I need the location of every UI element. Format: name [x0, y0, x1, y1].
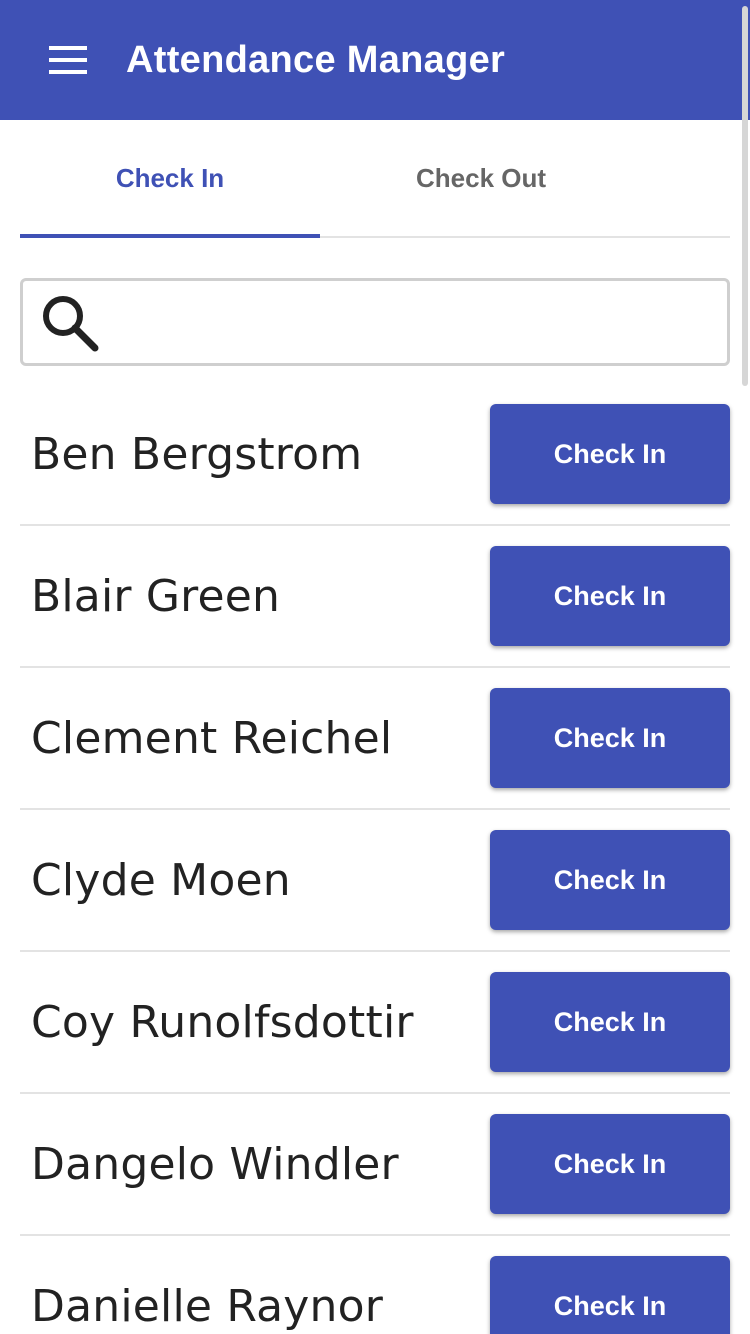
- search-icon: [43, 296, 99, 352]
- list-item: Dangelo Windler Check In: [20, 1094, 730, 1236]
- check-in-button[interactable]: Check In: [490, 688, 730, 788]
- attendee-list: Ben Bergstrom Check In Blair Green Check In…: [20, 384, 730, 1334]
- check-in-button[interactable]: Check In: [490, 830, 730, 930]
- attendee-name: Danielle Raynor: [31, 1280, 384, 1332]
- list-item: Blair Green Check In: [20, 526, 730, 668]
- hamburger-menu-icon: [49, 46, 87, 74]
- check-in-button[interactable]: Check In: [490, 1256, 730, 1334]
- list-item: Coy Runolfsdottir Check In: [20, 952, 730, 1094]
- attendee-name: Clement Reichel: [31, 712, 393, 764]
- tab-check-in[interactable]: Check In: [20, 120, 320, 238]
- list-item: Danielle Raynor Check In: [20, 1236, 730, 1334]
- attendee-name: Dangelo Windler: [31, 1138, 399, 1190]
- check-in-button[interactable]: Check In: [490, 404, 730, 504]
- menu-button[interactable]: [38, 30, 98, 90]
- attendee-name: Coy Runolfsdottir: [31, 996, 414, 1048]
- list-item: Ben Bergstrom Check In: [20, 384, 730, 526]
- tab-bar: Check In Check Out: [20, 120, 730, 238]
- check-in-button[interactable]: Check In: [490, 546, 730, 646]
- check-in-button[interactable]: Check In: [490, 1114, 730, 1214]
- list-item: Clement Reichel Check In: [20, 668, 730, 810]
- search-input[interactable]: [101, 281, 727, 363]
- scrollbar[interactable]: [742, 6, 748, 386]
- page-title: Attendance Manager: [126, 38, 506, 81]
- check-in-button[interactable]: Check In: [490, 972, 730, 1072]
- list-item: Clyde Moen Check In: [20, 810, 730, 952]
- attendance-app: Attendance Manager Check In Check Out Be…: [0, 0, 750, 1334]
- attendee-name: Ben Bergstrom: [31, 428, 363, 480]
- app-bar: Attendance Manager: [0, 0, 750, 120]
- attendee-name: Clyde Moen: [31, 854, 291, 906]
- attendee-name: Blair Green: [31, 570, 281, 622]
- search-bar: [20, 278, 730, 366]
- tab-check-out[interactable]: Check Out: [320, 120, 642, 236]
